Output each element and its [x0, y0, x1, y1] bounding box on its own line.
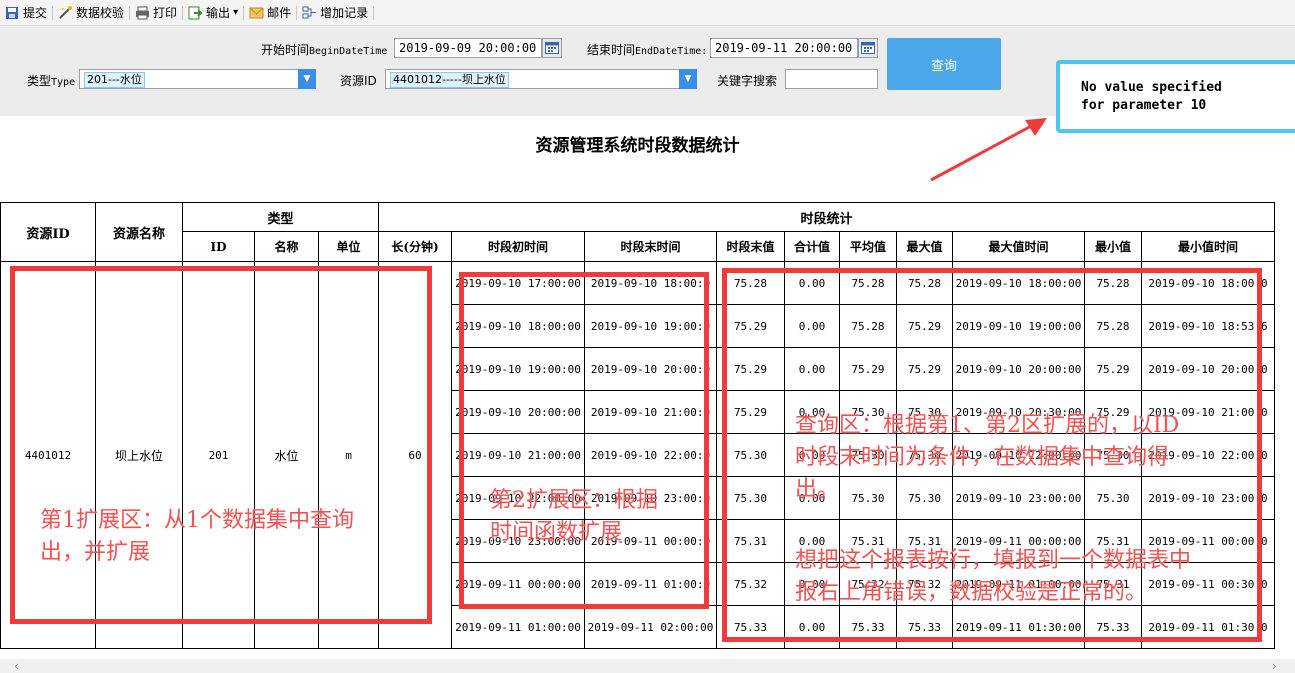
col-resource-id: 资源ID — [0, 202, 96, 262]
col-end: 时段末时间 — [584, 231, 717, 262]
wand-icon — [58, 5, 73, 20]
scroll-left-icon[interactable]: ‹ — [14, 659, 19, 673]
type-dropdown-button[interactable]: ▼ — [298, 69, 316, 89]
query-zone-annotation: 查询区：根据第1、第2区扩展的，以ID 时段末时间为条件，在数据集中查询得 出。 — [795, 413, 1180, 502]
header-row-1: 资源ID 资源名称 类型 时段统计 — [0, 202, 1275, 262]
save-icon — [5, 6, 20, 20]
end-calendar-button[interactable] — [858, 38, 878, 58]
calendar-icon — [861, 39, 875, 58]
export-icon — [188, 6, 203, 20]
mail-icon — [249, 6, 264, 20]
scroll-right-icon[interactable]: › — [1272, 659, 1277, 673]
error-line-1: No value specified — [1081, 80, 1222, 95]
type-select[interactable]: 201---水位 — [79, 69, 299, 89]
cell-end: 2019-09-11 02:00:00 — [584, 605, 717, 649]
submit-button[interactable]: 提交 — [0, 2, 52, 24]
begin-time-label: 开始时间BeginDateTime — [261, 43, 388, 57]
chevron-down-icon: ▼ — [303, 74, 311, 84]
data-validate-label: 数据校验 — [76, 6, 125, 20]
end-time-input[interactable]: 2019-09-11 20:00:00 — [710, 38, 858, 58]
col-sum: 合计值 — [784, 231, 840, 262]
col-max-time: 最大值时间 — [952, 231, 1085, 262]
col-type-name: 名称 — [254, 231, 319, 262]
col-type-id: ID — [182, 231, 255, 262]
col-start: 时段初时间 — [451, 231, 585, 262]
mail-label: 邮件 — [267, 6, 292, 20]
add-record-label: 增加记录 — [320, 6, 369, 20]
chevron-down-icon: ▾ — [233, 7, 239, 18]
end-time-label: 结束时间EndDateTime: — [587, 43, 708, 57]
col-resource-name: 资源名称 — [95, 202, 183, 262]
resource-id-select[interactable]: 4401012-----坝上水位 — [385, 69, 680, 89]
add-record-icon — [302, 6, 317, 20]
begin-time-input[interactable]: 2019-09-09 20:00:00 — [394, 38, 542, 58]
chevron-down-icon: ▼ — [684, 74, 692, 84]
print-button[interactable]: 打印 — [130, 2, 182, 24]
fill-report-annotation: 想把这个报表按行，填报到一个数据表中 报右上角错误，数据校验是正常的。 — [795, 548, 1192, 605]
toolbar: 提交 数据校验 打印 输出 ▾ 邮件 增加记录 — [0, 0, 1295, 26]
zone1-highlight-box — [10, 266, 432, 624]
add-record-button[interactable]: 增加记录 — [297, 2, 373, 24]
col-min-time: 最小值时间 — [1141, 231, 1275, 262]
printer-icon — [135, 6, 150, 20]
keyword-label: 关键字搜索 — [717, 74, 778, 88]
annotation-arrow-icon — [930, 118, 1047, 182]
export-label: 输出 — [206, 6, 231, 20]
header-row-2: ID 名称 单位 长(分钟) 时段初时间 时段末时间 时段末值 合计值 平均值 … — [1, 231, 1275, 262]
col-max: 最大值 — [896, 231, 953, 262]
zone1-annotation: 第1扩展区：从1个数据集中查询 出，并扩展 — [40, 508, 354, 565]
toolbar-divider — [373, 5, 375, 20]
report-title: 资源管理系统时段数据统计 — [535, 136, 740, 156]
cell-start: 2019-09-11 01:00:00 — [451, 605, 585, 649]
mail-button[interactable]: 邮件 — [244, 2, 296, 24]
error-line-2: for parameter 10 — [1081, 98, 1207, 113]
search-button[interactable]: 查询 — [887, 38, 1001, 90]
zone2-highlight-box — [459, 272, 709, 609]
resource-id-label: 资源ID — [340, 74, 377, 88]
horizontal-scrollbar[interactable]: ‹ › — [0, 659, 1295, 673]
calendar-icon — [545, 39, 559, 58]
data-validate-button[interactable]: 数据校验 — [53, 2, 129, 24]
col-length: 长(分钟) — [378, 231, 452, 262]
col-period-stats: 时段统计 — [378, 202, 1275, 232]
begin-calendar-button[interactable] — [542, 38, 562, 58]
col-type: 类型 — [182, 202, 379, 232]
keyword-input[interactable] — [785, 69, 878, 89]
error-message-box: No value specified for parameter 10 — [1056, 60, 1295, 133]
type-selected-tag: 201---水位 — [84, 72, 145, 88]
col-avg: 平均值 — [839, 231, 897, 262]
col-end-value: 时段末值 — [716, 231, 785, 262]
submit-label: 提交 — [23, 6, 48, 20]
print-label: 打印 — [153, 6, 178, 20]
resource-selected-tag: 4401012-----坝上水位 — [390, 72, 509, 88]
export-button[interactable]: 输出 ▾ — [183, 2, 243, 24]
col-min: 最小值 — [1084, 231, 1142, 262]
col-type-unit: 单位 — [318, 231, 379, 262]
zone2-annotation: 第2扩展区：根据 时间函数扩展 — [490, 488, 658, 545]
type-label: 类型Type — [27, 74, 76, 88]
resource-dropdown-button[interactable]: ▼ — [679, 69, 697, 89]
